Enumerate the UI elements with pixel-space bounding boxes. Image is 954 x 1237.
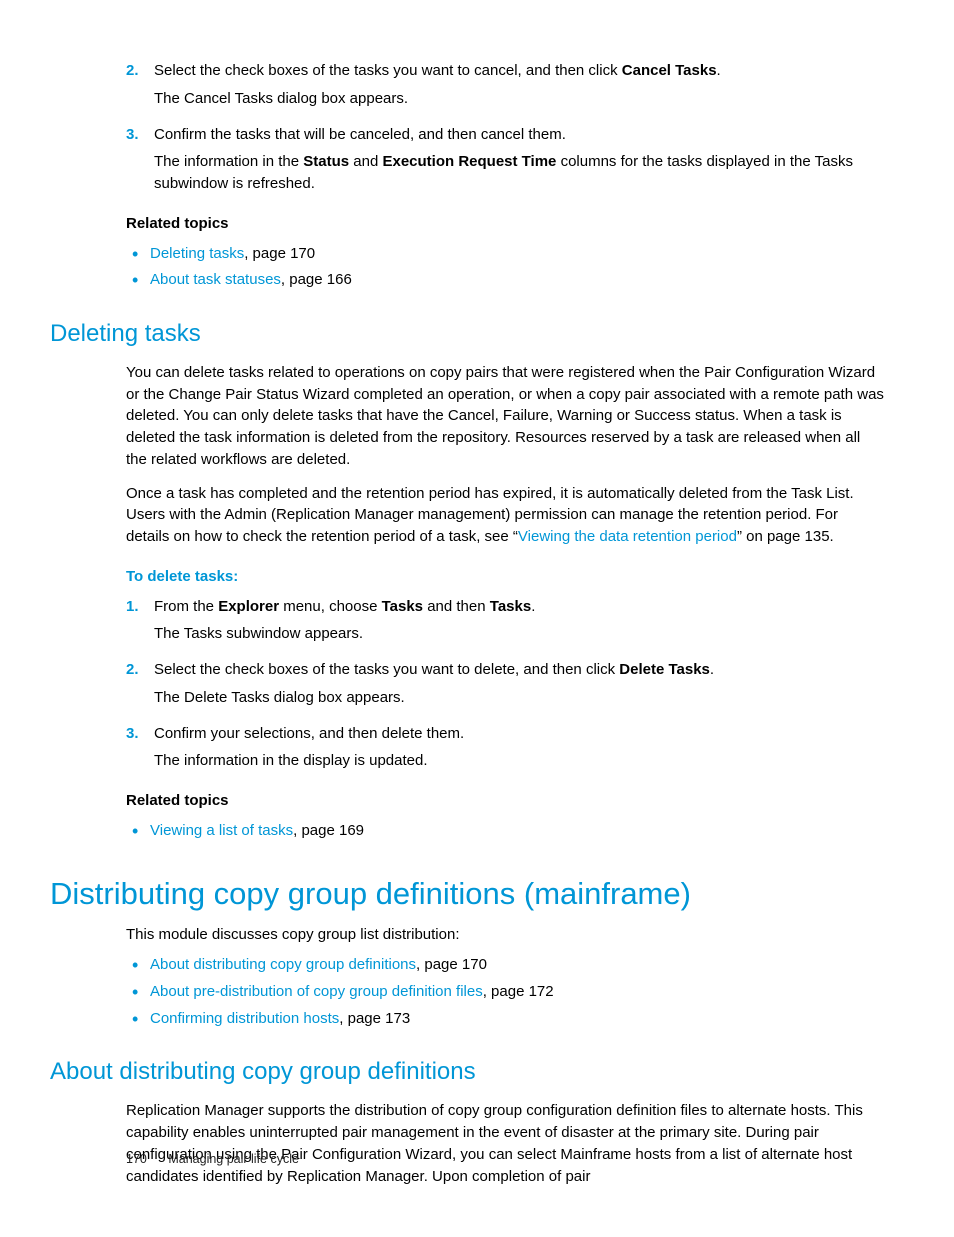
- page-number: 170: [126, 1152, 147, 1166]
- step-text: Confirm your selections, and then delete…: [154, 723, 884, 745]
- step-number: 3.: [126, 723, 154, 745]
- step-substep: The information in the display is update…: [154, 750, 884, 772]
- step-substep: The information in the Status and Execut…: [154, 151, 884, 195]
- topic-list: About distributing copy group definition…: [150, 954, 884, 1029]
- related-topics-list: Deleting tasks, page 170 About task stat…: [150, 243, 884, 292]
- step-text: Select the check boxes of the tasks you …: [154, 659, 884, 681]
- step-substep: The Delete Tasks dialog box appears.: [154, 687, 884, 709]
- related-topics-list: Viewing a list of tasks, page 169: [150, 820, 884, 842]
- link-confirming-distribution-hosts[interactable]: Confirming distribution hosts: [150, 1010, 339, 1027]
- link-viewing-list-of-tasks[interactable]: Viewing a list of tasks: [150, 822, 293, 839]
- footer-title: Managing pair life cycle: [168, 1152, 299, 1166]
- link-viewing-data-retention-period[interactable]: Viewing the data retention period: [518, 528, 737, 545]
- link-about-distributing-copy-group-definitions[interactable]: About distributing copy group definition…: [150, 956, 416, 973]
- step-text: Confirm the tasks that will be canceled,…: [154, 124, 884, 146]
- step-substep: The Tasks subwindow appears.: [154, 623, 884, 645]
- step-number: 3.: [126, 124, 154, 146]
- list-item: About task statuses, page 166: [150, 269, 884, 291]
- related-topics-heading: Related topics: [126, 790, 904, 812]
- link-about-task-statuses[interactable]: About task statuses: [150, 271, 281, 288]
- step-number: 2.: [126, 659, 154, 681]
- paragraph: Once a task has completed and the retent…: [126, 483, 884, 548]
- ordered-step: 3. Confirm your selections, and then del…: [50, 723, 904, 745]
- heading-distributing-copy-group-definitions: Distributing copy group definitions (mai…: [50, 872, 904, 917]
- ordered-step: 3. Confirm the tasks that will be cancel…: [50, 124, 904, 146]
- page-footer: 170 Managing pair life cycle: [126, 1150, 299, 1168]
- link-deleting-tasks[interactable]: Deleting tasks: [150, 245, 244, 262]
- list-item: Viewing a list of tasks, page 169: [150, 820, 884, 842]
- link-about-pre-distribution[interactable]: About pre-distribution of copy group def…: [150, 983, 483, 1000]
- list-item: About pre-distribution of copy group def…: [150, 981, 884, 1003]
- heading-deleting-tasks: Deleting tasks: [50, 317, 904, 352]
- ordered-step: 1. From the Explorer menu, choose Tasks …: [50, 596, 904, 618]
- list-item: Confirming distribution hosts, page 173: [150, 1008, 884, 1030]
- step-text: From the Explorer menu, choose Tasks and…: [154, 596, 884, 618]
- related-topics-heading: Related topics: [126, 213, 904, 235]
- step-text: Select the check boxes of the tasks you …: [154, 60, 884, 82]
- step-number: 2.: [126, 60, 154, 82]
- procedure-heading: To delete tasks:: [126, 566, 904, 588]
- step-substep: The Cancel Tasks dialog box appears.: [154, 88, 884, 110]
- list-item: Deleting tasks, page 170: [150, 243, 884, 265]
- ordered-step: 2. Select the check boxes of the tasks y…: [50, 659, 904, 681]
- paragraph: You can delete tasks related to operatio…: [126, 362, 884, 471]
- paragraph: Replication Manager supports the distrib…: [126, 1100, 884, 1187]
- list-item: About distributing copy group definition…: [150, 954, 884, 976]
- heading-about-distributing: About distributing copy group definition…: [50, 1055, 904, 1090]
- paragraph: This module discusses copy group list di…: [126, 924, 884, 946]
- ordered-step: 2. Select the check boxes of the tasks y…: [50, 60, 904, 82]
- step-number: 1.: [126, 596, 154, 618]
